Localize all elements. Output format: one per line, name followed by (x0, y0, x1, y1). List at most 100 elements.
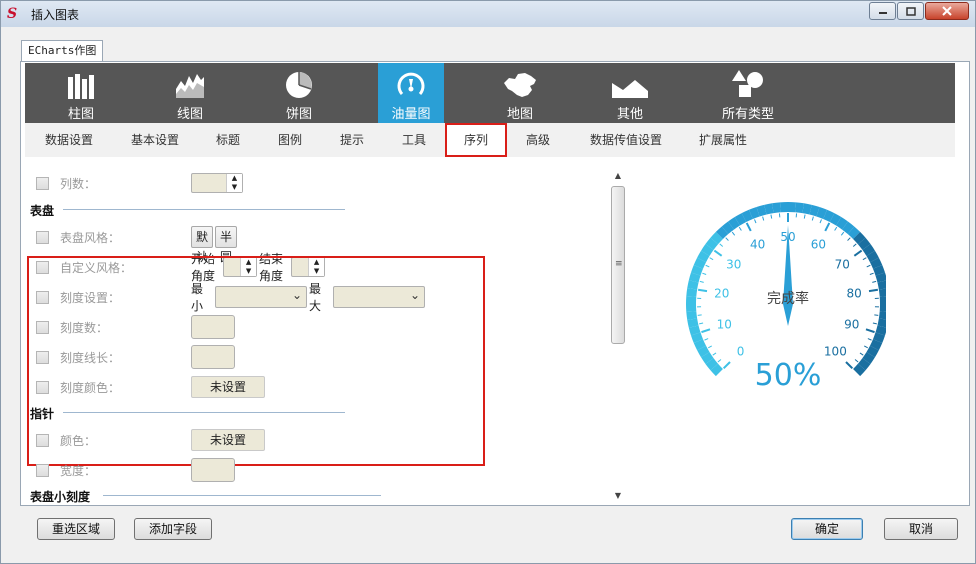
series-settings-form: 列数： ▲▼ 表盘 表盘风格： 默认 半圆 自定义风格： 开始角度 (25, 157, 605, 505)
pointer-width-field[interactable] (191, 458, 235, 482)
scroll-down-icon[interactable]: ▼ (610, 488, 626, 504)
ok-button[interactable]: 确定 (791, 518, 863, 540)
gauge-minor-tick (754, 219, 757, 224)
tab-series[interactable]: 序列 (445, 123, 507, 157)
chart-type-all[interactable]: 所有类型 (706, 63, 790, 123)
gauge-minor-tick (847, 237, 851, 241)
chart-type-label: 饼图 (285, 107, 312, 122)
chart-type-other[interactable]: 其他 (597, 63, 663, 123)
gauge-major-tick (845, 361, 854, 370)
columns-spinner[interactable]: ▲ ▼ (191, 173, 243, 193)
gauge-band-segment (878, 288, 886, 297)
tab-title[interactable]: 标题 (211, 123, 245, 157)
gauge-tick-label: 100 (824, 344, 847, 358)
dial-style-checkbox[interactable] (36, 230, 49, 244)
dial-style-default-button[interactable]: 默认 (191, 226, 214, 264)
gauge-minor-tick (770, 214, 773, 219)
line-chart-icon (176, 74, 204, 98)
gauge-band-segment (705, 358, 719, 371)
gauge-band-segment (857, 237, 871, 250)
gauge-band-segment (705, 237, 719, 250)
gauge-band-segment (688, 272, 701, 283)
cancel-button[interactable]: 取消 (884, 518, 958, 540)
gauge-minor-tick (725, 237, 729, 241)
chart-type-pie[interactable]: 饼图 (266, 63, 332, 123)
pointer-color-button[interactable]: 未设置 (191, 429, 265, 451)
maximize-button[interactable] (897, 2, 924, 20)
title-bar: S 插入图表 (1, 1, 975, 27)
minimize-icon (878, 12, 887, 14)
tab-advanced[interactable]: 高级 (521, 123, 555, 157)
insert-chart-dialog: S 插入图表 ECharts作图 柱图 线图 饼图 油量图 地图 其他 所有类型… (0, 0, 976, 564)
chart-type-map[interactable]: 地图 (487, 63, 553, 123)
gauge-minor-tick (862, 257, 867, 261)
shapes-icon (732, 70, 763, 97)
gauge-band-segment (802, 203, 812, 215)
gauge-band-segment (869, 257, 883, 269)
gauge-band-segment (875, 325, 886, 336)
tab-data-settings[interactable]: 数据设置 (39, 123, 99, 157)
mountain-icon (612, 80, 648, 98)
gauge-band-segment (687, 280, 699, 290)
gauge-minor-tick (854, 359, 859, 363)
pointer-width-row: 宽度： (25, 458, 235, 482)
gauge-band-segment (688, 325, 701, 336)
gauge-band-segment (866, 345, 879, 358)
gauge-minor-tick (874, 314, 879, 316)
gauge-band-segment (721, 221, 734, 235)
tab-tooltip[interactable]: 提示 (335, 123, 369, 157)
tab-legend[interactable]: 图例 (273, 123, 307, 157)
gauge-band-segment (741, 209, 753, 223)
reselect-region-button[interactable]: 重选区域 (37, 518, 115, 540)
pointer-width-checkbox[interactable] (36, 463, 49, 477)
gauge-tick-label: 10 (717, 318, 732, 332)
form-scrollbar[interactable]: ▲ ≡ ▼ (610, 168, 626, 504)
section-divider (63, 209, 345, 210)
gauge-band-segment (877, 318, 886, 328)
gauge-band-segment (687, 318, 699, 328)
grip-icon: ≡ (615, 259, 623, 269)
columns-row: 列数： ▲ ▼ (25, 171, 243, 195)
tab-extended-props[interactable]: 扩展属性 (693, 123, 753, 157)
gauge-band-segment (697, 345, 710, 358)
gauge-band-segment (686, 288, 698, 297)
gauge-minor-tick (867, 338, 872, 341)
tab-basic-settings[interactable]: 基本设置 (125, 123, 185, 157)
tab-data-transfer[interactable]: 数据传值设置 (583, 123, 669, 157)
section-pointer: 指针 (30, 407, 55, 421)
dial-style-label: 表盘风格： (60, 230, 121, 245)
gauge-band-segment (734, 213, 747, 226)
tab-toolbox[interactable]: 工具 (397, 123, 431, 157)
gauge-tick-label: 0 (737, 344, 745, 358)
columns-checkbox[interactable] (36, 176, 49, 190)
gauge-minor-tick (866, 264, 871, 268)
gauge-band-segment (862, 244, 875, 256)
gauge-band-segment (857, 358, 871, 371)
pie-chart-icon (286, 72, 312, 98)
chart-type-bar[interactable]: 柱图 (48, 63, 114, 123)
gauge-minor-tick (869, 272, 874, 276)
gauge-band-segment (715, 226, 729, 239)
gauge-band-segment (795, 202, 804, 214)
pointer-color-checkbox[interactable] (36, 433, 49, 447)
chart-type-line[interactable]: 线图 (157, 63, 223, 123)
chart-type-label: 地图 (506, 107, 533, 122)
close-button[interactable] (925, 2, 969, 20)
gauge-band-segment (710, 231, 723, 245)
chart-type-gauge[interactable]: 油量图 (378, 63, 444, 123)
gauge-minor-tick (819, 219, 822, 224)
window-title: 插入图表 (31, 7, 80, 22)
dial-style-half-button[interactable]: 半圆 (215, 226, 238, 264)
scroll-up-icon[interactable]: ▲ (610, 168, 626, 184)
tab-echarts[interactable]: ECharts作图 (21, 40, 104, 62)
chart-type-toolbar: 柱图 线图 饼图 油量图 地图 其他 所有类型 (25, 63, 955, 123)
maximize-icon (905, 6, 916, 16)
gauge-minor-tick (719, 243, 724, 247)
add-field-button[interactable]: 添加字段 (134, 518, 212, 540)
gauge-band-segment (877, 280, 886, 290)
gauge-minor-tick (811, 216, 814, 221)
gauge-minor-tick (708, 345, 713, 349)
minimize-button[interactable] (869, 2, 896, 20)
gauge-minor-tick (859, 352, 864, 356)
scroll-thumb[interactable]: ≡ (611, 186, 625, 344)
